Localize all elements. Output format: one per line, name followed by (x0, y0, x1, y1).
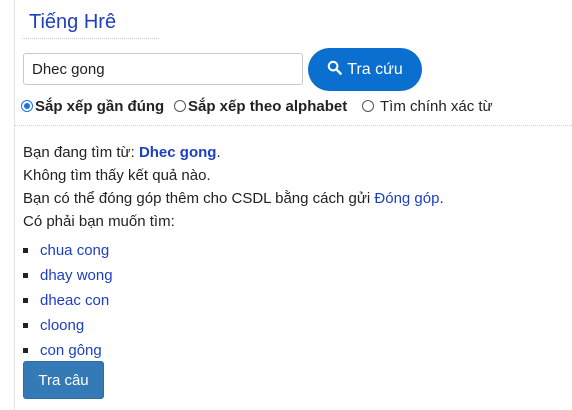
did-you-mean-label: Có phải bạn muốn tìm: (23, 213, 175, 230)
bullet-icon (23, 298, 28, 303)
bullet-icon (23, 248, 28, 253)
contribute-line: Bạn có thể đóng góp thêm cho CSDL bằng c… (23, 187, 563, 210)
searching-suffix: . (216, 144, 221, 161)
search-input[interactable] (23, 53, 303, 85)
list-item: chua cong (23, 238, 113, 263)
radio-exact-match[interactable]: Tìm chính xác từ (362, 96, 493, 116)
suggestion-link[interactable]: con gông (40, 340, 102, 362)
radio-button[interactable] (174, 100, 186, 112)
list-item: con gông (23, 338, 113, 363)
radio-button-checked[interactable] (21, 100, 33, 112)
title-underline (22, 38, 159, 39)
radio-label: Sắp xếp gần đúng (35, 97, 165, 115)
bullet-icon (23, 348, 28, 353)
page-title: Tiếng Hrê (29, 11, 117, 33)
searching-line: Bạn đang tìm từ: Dhec gong. (23, 141, 563, 164)
suggestion-link[interactable]: dheac con (40, 290, 109, 312)
bullet-icon (23, 273, 28, 278)
suggestion-list: chua cong dhay wong dheac con cloong con… (23, 238, 113, 363)
searching-prefix: Bạn đang tìm từ: (23, 144, 139, 161)
list-item: dheac con (23, 288, 113, 313)
bullet-icon (23, 323, 28, 328)
searched-term-link[interactable]: Dhec gong (139, 144, 217, 161)
radio-label: Tìm chính xác từ (380, 97, 493, 115)
search-icon (327, 60, 343, 80)
radio-approximate-sort[interactable]: Sắp xếp gần đúng (21, 96, 164, 116)
radio-label: Sắp xếp theo alphabet (188, 97, 348, 115)
search-results: Bạn đang tìm từ: Dhec gong. Không tìm th… (23, 141, 563, 233)
list-item: dhay wong (23, 263, 113, 288)
sentence-lookup-button[interactable]: Tra câu (23, 361, 104, 399)
radio-alphabet-sort[interactable]: Sắp xếp theo alphabet (174, 96, 347, 116)
search-button[interactable]: Tra cứu (308, 48, 422, 91)
suggestion-link[interactable]: chua cong (40, 240, 109, 262)
contribute-link[interactable]: Đóng góp (374, 190, 439, 207)
not-found-message: Không tìm thấy kết quả nào. (23, 167, 211, 184)
list-item: cloong (23, 313, 113, 338)
suggestion-link[interactable]: cloong (40, 315, 84, 337)
contribute-prefix: Bạn có thể đóng góp thêm cho CSDL bằng c… (23, 190, 375, 207)
radio-button[interactable] (362, 100, 374, 112)
search-button-label: Tra cứu (347, 60, 403, 78)
contribute-suffix: . (439, 190, 444, 207)
section-divider (15, 125, 572, 126)
dictionary-panel: Tiếng Hrê Tra cứu Sắp xếp gần đúng Sắp x… (15, 0, 572, 410)
suggestion-link[interactable]: dhay wong (40, 265, 113, 287)
